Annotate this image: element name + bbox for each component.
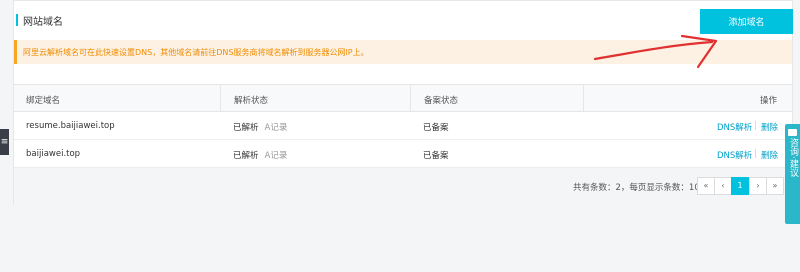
record-type: A记录 [264, 151, 288, 161]
hand-drawn-arrow-annotation [593, 34, 718, 69]
page-1-button[interactable]: 1 [731, 177, 749, 195]
resolve-status: 已解析 [233, 123, 259, 133]
column-header-actions: 操作 [760, 96, 778, 106]
icp-status-cell: 已备案 [423, 151, 449, 161]
next-page-button[interactable]: › [749, 177, 767, 195]
resolve-status-cell: 已解析 A记录 [233, 149, 287, 161]
delete-link[interactable]: 删除 [761, 149, 778, 161]
column-divider [220, 85, 221, 112]
column-header-domain: 绑定域名 [26, 96, 61, 106]
pagination-bar: 共有条数：2，每页显示条数：10 « ‹ 1 › » [14, 168, 792, 205]
column-header-icp-status: 备案状态 [424, 96, 459, 106]
column-header-resolve-status: 解析状态 [234, 96, 269, 106]
dns-resolve-link[interactable]: DNS解析 [717, 121, 752, 133]
table-row: resume.baijiawei.top 已解析 A记录 已备案 DNS解析 | … [14, 112, 792, 140]
consult-label: 咨询·建议 [788, 138, 798, 177]
delete-link[interactable]: 删除 [761, 121, 778, 133]
consult-suggest-tab[interactable]: 咨询·建议 [785, 124, 800, 224]
icp-status-cell: 已备案 [423, 123, 449, 133]
domain-panel: 网站域名 添加域名 阿里云解析域名可在此快速设置DNS，其他域名请前往DNS服务… [13, 0, 793, 205]
title-accent-bar [16, 14, 18, 26]
resolve-status-cell: 已解析 A记录 [233, 121, 287, 133]
panel-header: 网站域名 添加域名 [14, 1, 793, 37]
domain-cell: resume.baijiawei.top [26, 121, 115, 131]
left-collapse-tab[interactable]: ≡ [0, 129, 9, 155]
dns-resolve-link[interactable]: DNS解析 [717, 149, 752, 161]
action-separator: | [754, 121, 757, 131]
first-page-button[interactable]: « [697, 177, 715, 195]
record-type: A记录 [264, 123, 288, 133]
pagination-summary: 共有条数：2，每页显示条数：10 [573, 183, 700, 193]
chat-icon [788, 129, 797, 136]
notice-text: 阿里云解析域名可在此快速设置DNS，其他域名请前往DNS服务商将域名解析到服务器… [23, 48, 369, 57]
column-divider [583, 85, 584, 112]
domain-cell: baijiawei.top [26, 149, 81, 159]
column-divider [410, 85, 411, 112]
table-header: 绑定域名 解析状态 备案状态 操作 [14, 84, 792, 112]
action-separator: | [754, 149, 757, 159]
prev-page-button[interactable]: ‹ [714, 177, 732, 195]
page-title: 网站域名 [23, 17, 63, 28]
resolve-status: 已解析 [233, 151, 259, 161]
last-page-button[interactable]: » [766, 177, 784, 195]
table-row: baijiawei.top 已解析 A记录 已备案 DNS解析 | 删除 [14, 140, 792, 168]
add-domain-button[interactable]: 添加域名 [700, 9, 793, 34]
